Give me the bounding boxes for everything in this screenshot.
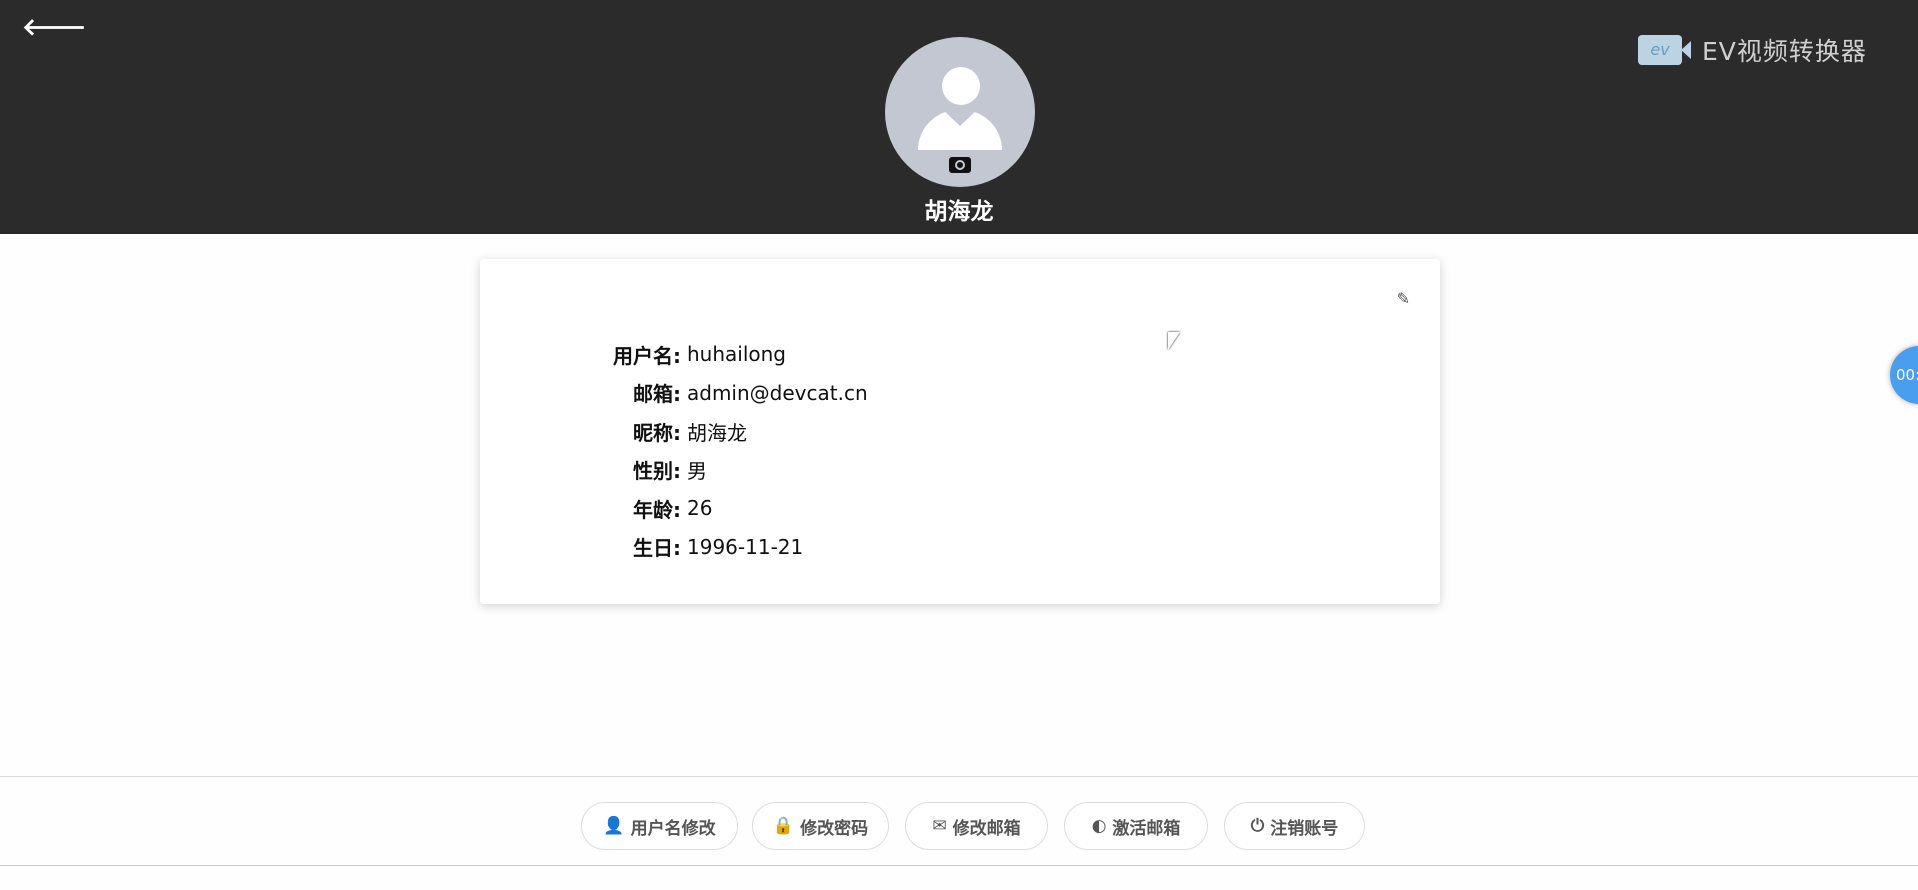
profile-header: 🡐 ev EV视频转换器 胡海龙: [0, 0, 1918, 234]
field-label: 昵称:: [633, 420, 681, 445]
field-email: 邮箱: admin@devcat.cn: [480, 374, 868, 413]
floating-timer-button[interactable]: 00:: [1890, 346, 1918, 404]
field-value: 26: [687, 496, 713, 521]
action-bar: 👤 用户名修改 🔒 修改密码 ✉ 修改邮箱 ◐ 激活邮箱 ⏻ 注销账号: [0, 776, 1918, 866]
mouse-cursor: [1168, 332, 1180, 350]
user-display-name: 胡海龙: [924, 199, 994, 225]
envelope-icon: ✉: [932, 816, 947, 836]
field-birthday: 生日: 1996-11-21: [480, 528, 868, 567]
change-username-button[interactable]: 👤 用户名修改: [581, 802, 738, 850]
field-label: 用户名:: [613, 343, 681, 368]
app-title: EV视频转换器: [1702, 37, 1867, 66]
button-label: 激活邮箱: [1112, 818, 1181, 839]
field-label: 邮箱:: [633, 382, 681, 407]
delete-account-button[interactable]: ⏻ 注销账号: [1224, 802, 1365, 850]
field-username: 用户名: huhailong: [480, 335, 868, 374]
camera-icon[interactable]: [949, 157, 971, 173]
app-logo: ev EV视频转换器: [1638, 32, 1867, 68]
field-nickname: 昵称: 胡海龙: [480, 412, 868, 451]
video-camera-logo-icon: ev: [1638, 35, 1691, 65]
avatar-head: [942, 67, 980, 105]
field-gender: 性别: 男: [480, 451, 868, 490]
avatar[interactable]: [885, 37, 1035, 187]
power-icon: ⏻: [1250, 816, 1265, 836]
profile-card: ✎ 用户名: huhailong 邮箱: admin@devcat.cn 昵称: 胡海…: [480, 259, 1440, 604]
field-label: 生日:: [633, 536, 681, 561]
button-label: 修改邮箱: [952, 818, 1021, 839]
user-icon: 👤: [603, 816, 625, 836]
edit-icon[interactable]: ✎: [1397, 289, 1410, 308]
field-age: 年龄: 26: [480, 489, 868, 528]
field-label: 性别:: [633, 459, 681, 484]
field-label: 年龄:: [633, 497, 681, 522]
button-label: 修改密码: [800, 818, 869, 839]
activate-email-button[interactable]: ◐ 激活邮箱: [1064, 802, 1208, 850]
field-value: admin@devcat.cn: [687, 380, 868, 405]
back-arrow-icon[interactable]: 🡐: [22, 12, 86, 41]
change-email-button[interactable]: ✉ 修改邮箱: [905, 802, 1048, 850]
field-value: 男: [687, 459, 707, 484]
toggle-icon: ◐: [1091, 816, 1107, 836]
field-value: 1996-11-21: [687, 534, 804, 559]
avatar-body: [918, 110, 1002, 150]
change-password-button[interactable]: 🔒 修改密码: [752, 802, 889, 850]
button-label: 注销账号: [1270, 818, 1339, 839]
field-value: huhailong: [687, 342, 787, 367]
field-value: 胡海龙: [687, 420, 747, 445]
button-label: 用户名修改: [630, 818, 716, 839]
lock-icon: 🔒: [772, 816, 795, 836]
